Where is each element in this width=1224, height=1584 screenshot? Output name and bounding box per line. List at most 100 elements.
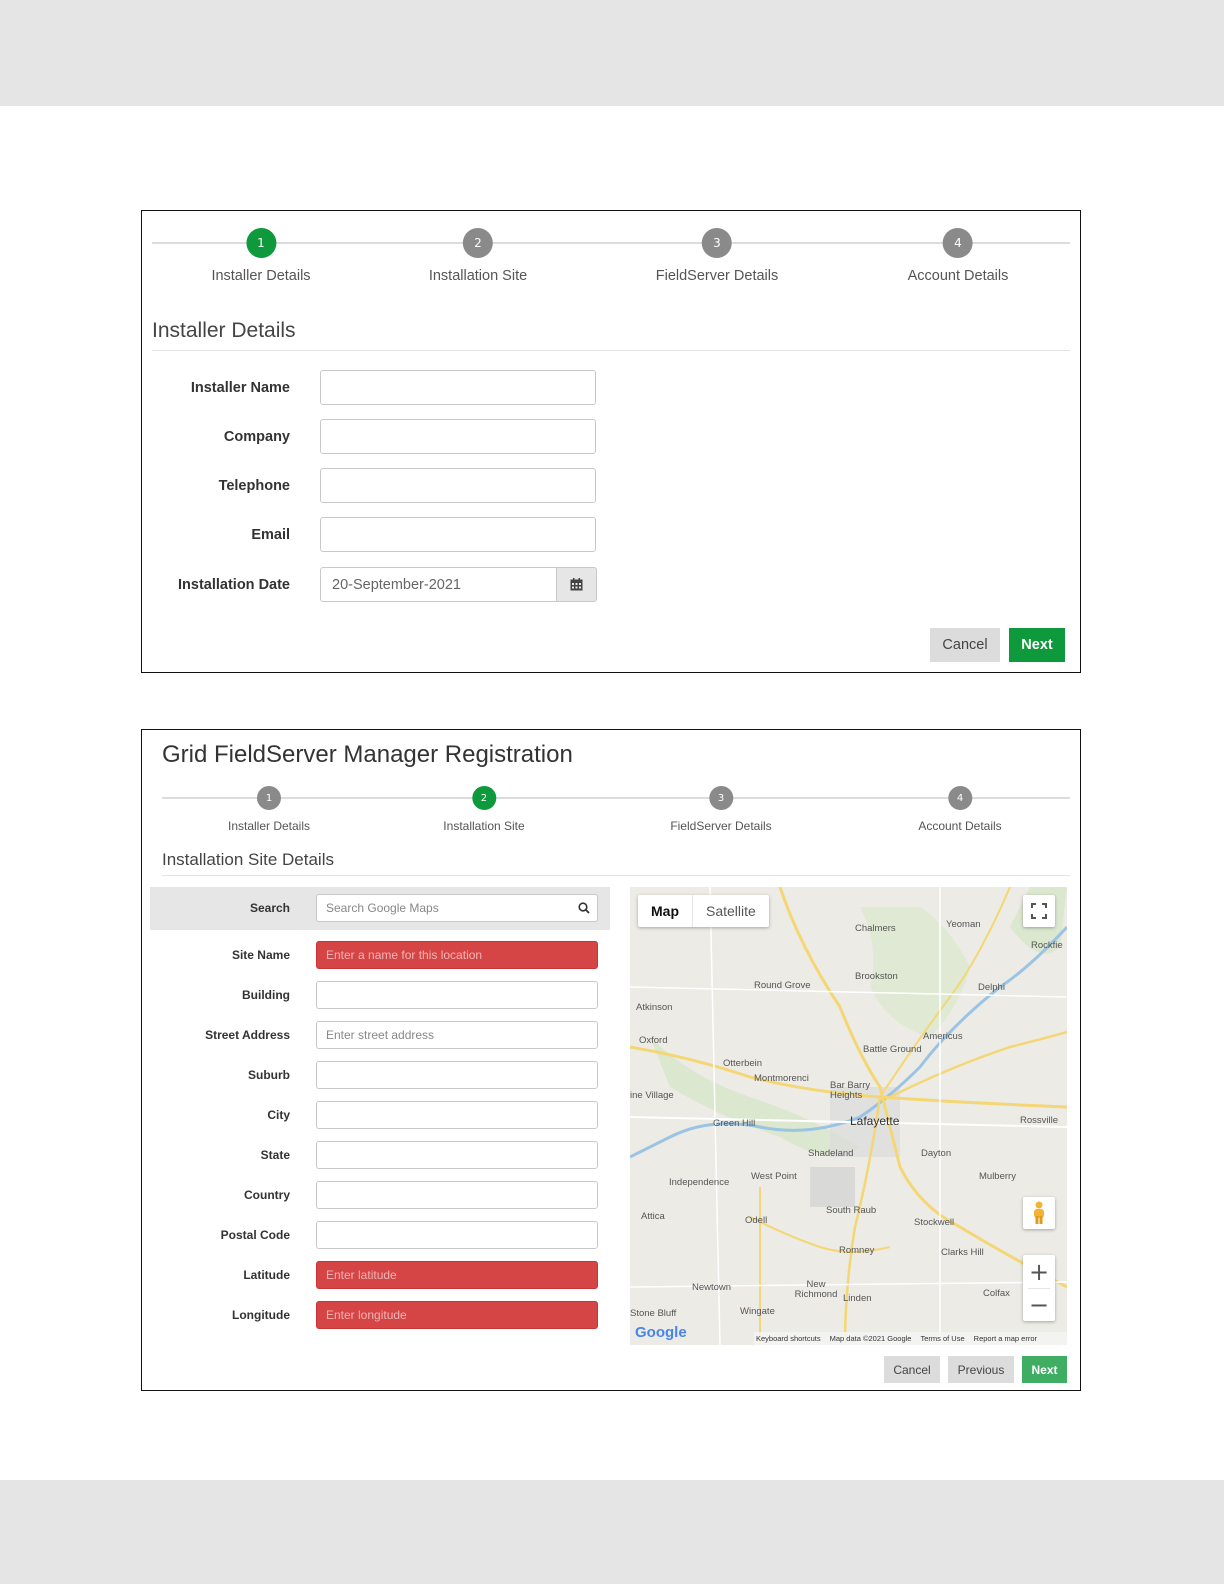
email-input[interactable] [320, 517, 596, 552]
street-view-pegman-icon[interactable] [1023, 1197, 1055, 1229]
map-place: Wingate [740, 1306, 775, 1317]
latitude-input[interactable] [316, 1261, 598, 1289]
map-place: Shadeland [808, 1148, 854, 1159]
street-address-input[interactable] [316, 1021, 598, 1049]
map-type-control: Map Satellite [638, 895, 769, 927]
map-place: South Raub [826, 1205, 877, 1216]
installer-details-panel: 1 Installer Details 2 Installation Site … [141, 210, 1081, 673]
map-place: Americus [923, 1031, 963, 1042]
installer-name-row: Installer Name [152, 370, 596, 405]
map-place: Romney [839, 1245, 875, 1256]
suburb-input[interactable] [316, 1061, 598, 1089]
map-place: Rossville [1020, 1115, 1059, 1126]
step-label: Installation Site [428, 268, 528, 284]
step-installation-site[interactable]: 2 Installation Site [443, 786, 525, 833]
step-installation-site[interactable]: 2 Installation Site [429, 228, 527, 284]
latitude-row: Latitude [150, 1261, 598, 1289]
latitude-label: Latitude [243, 1268, 290, 1282]
map-place: Dayton [921, 1148, 952, 1159]
map-place: Delphi [978, 982, 1005, 993]
installation-date-input[interactable] [320, 567, 557, 602]
company-row: Company [152, 419, 596, 454]
telephone-input[interactable] [320, 468, 596, 503]
step-label: Installation Site [443, 819, 525, 833]
section-title: Installation Site Details [162, 850, 334, 869]
search-input[interactable] [316, 894, 598, 922]
next-button[interactable]: Next [1022, 1356, 1067, 1383]
step-installer-details[interactable]: 1 Installer Details [211, 228, 311, 284]
step-number: 1 [246, 228, 276, 258]
country-input[interactable] [316, 1181, 598, 1209]
step-label: Account Details [918, 819, 1002, 833]
page-footer-band [0, 1480, 1224, 1584]
company-input[interactable] [320, 419, 596, 454]
map-place: Yeoman [946, 919, 981, 930]
step-account-details[interactable]: 4 Account Details [908, 228, 1008, 284]
map-roads [630, 887, 1067, 1345]
step-account-details[interactable]: 4 Account Details [918, 786, 1002, 833]
keyboard-shortcuts-link[interactable]: Keyboard shortcuts [756, 1334, 821, 1343]
step-fieldserver-details[interactable]: 3 FieldServer Details [670, 786, 772, 833]
step-label: Installer Details [227, 819, 311, 833]
map-place: Green Hill [713, 1118, 756, 1129]
google-map[interactable]: Chalmers Yeoman Brookston Round Grove De… [630, 887, 1067, 1345]
search-icon[interactable] [578, 902, 590, 914]
state-row: State [150, 1141, 598, 1169]
step-label: Installer Details [211, 268, 311, 284]
state-input[interactable] [316, 1141, 598, 1169]
step-number: 4 [948, 786, 972, 810]
state-label: State [260, 1148, 290, 1162]
step-number: 2 [463, 228, 493, 258]
map-place: Brookston [855, 971, 898, 982]
terms-link[interactable]: Terms of Use [920, 1334, 964, 1343]
longitude-input[interactable] [316, 1301, 598, 1329]
map-place: New Richmond [794, 1279, 838, 1300]
cancel-button[interactable]: Cancel [930, 628, 1000, 662]
report-error-link[interactable]: Report a map error [974, 1334, 1037, 1343]
calendar-icon[interactable] [557, 567, 597, 602]
site-name-input[interactable] [316, 941, 598, 969]
step-number: 3 [709, 786, 733, 810]
suburb-row: Suburb [150, 1061, 598, 1089]
map-place: Montmorenci [754, 1073, 809, 1084]
installation-date-row: Installation Date [152, 567, 597, 602]
step-number: 3 [702, 228, 732, 258]
zoom-in-button[interactable]: + [1023, 1255, 1055, 1288]
building-input[interactable] [316, 981, 598, 1009]
step-installer-details[interactable]: 1 Installer Details [228, 786, 310, 833]
step-number: 2 [471, 786, 496, 810]
map-place: Lafayette [850, 1114, 900, 1128]
map-place: Stone Bluff [630, 1308, 677, 1319]
map-place: Rockfie [1031, 940, 1063, 951]
satellite-tab[interactable]: Satellite [692, 895, 769, 927]
previous-button[interactable]: Previous [948, 1356, 1014, 1383]
step-label: FieldServer Details [655, 268, 779, 284]
step-number: 4 [943, 228, 973, 258]
map-place: Linden [843, 1293, 872, 1304]
building-label: Building [242, 988, 290, 1002]
map-place: Independence [669, 1177, 730, 1188]
postal-code-input[interactable] [316, 1221, 598, 1249]
step-number: 1 [257, 786, 281, 810]
map-place: Otterbein [723, 1058, 763, 1069]
map-place: Chalmers [855, 923, 896, 934]
section-title: Installer Details [152, 319, 296, 342]
map-place: Attica [641, 1211, 665, 1222]
installation-date-label: Installation Date [178, 576, 290, 593]
cancel-button[interactable]: Cancel [884, 1356, 940, 1383]
country-row: Country [150, 1181, 598, 1209]
map-place: ine Village [630, 1090, 674, 1101]
city-input[interactable] [316, 1101, 598, 1129]
map-tab[interactable]: Map [638, 895, 692, 927]
zoom-out-button[interactable]: − [1023, 1289, 1055, 1321]
installer-name-input[interactable] [320, 370, 596, 405]
street-address-row: Street Address [150, 1021, 598, 1049]
site-name-label: Site Name [231, 948, 290, 962]
map-place: Clarks Hill [941, 1247, 984, 1258]
fullscreen-icon[interactable] [1023, 895, 1055, 927]
telephone-row: Telephone [152, 468, 596, 503]
next-button[interactable]: Next [1009, 628, 1065, 662]
map-place: Bar Barry Heights [830, 1080, 871, 1101]
step-fieldserver-details[interactable]: 3 FieldServer Details [655, 228, 779, 284]
telephone-label: Telephone [218, 477, 290, 494]
